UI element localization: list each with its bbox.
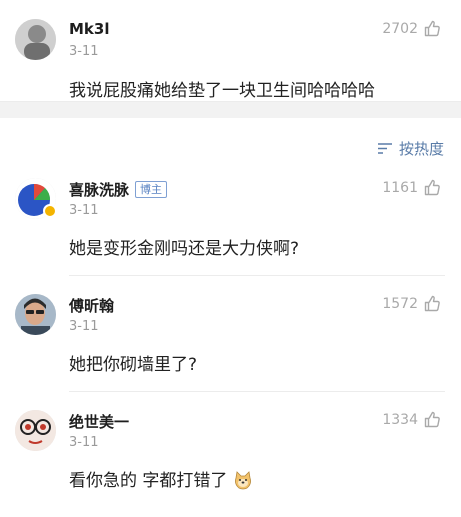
section-separator (0, 101, 461, 118)
like-button[interactable]: 1334 (382, 411, 441, 428)
thumbs-up-icon (424, 179, 440, 196)
comment-text: 我说屁股痛她给垫了一块卫生间哈哈哈哈 (69, 81, 375, 101)
username-text: 喜脉洗脉 (69, 181, 130, 199)
avatar[interactable] (15, 410, 56, 451)
username[interactable]: 绝世美一 (69, 411, 129, 432)
comment-date: 3-11 (69, 319, 99, 334)
sort-bar: 按热度 (0, 118, 461, 160)
like-button[interactable]: 2702 (382, 20, 441, 37)
sort-label: 按热度 (398, 140, 444, 158)
avatar[interactable] (15, 294, 56, 335)
thumbs-up-icon (424, 411, 440, 428)
sort-button[interactable]: 按热度 (377, 138, 444, 159)
comment-item: 喜脉洗脉 博主 3-11 1161 她是变形金刚吗还是大力侠啊? (0, 160, 461, 276)
username[interactable]: 傅昕翰 (69, 295, 114, 316)
like-count: 1572 (382, 295, 418, 312)
comment-date: 3-11 (69, 203, 99, 218)
username[interactable]: 喜脉洗脉 博主 (69, 179, 168, 200)
thumbs-up-icon (424, 20, 440, 37)
like-button[interactable]: 1161 (382, 179, 441, 196)
comment-text-content: 看你急的 字都打错了 (69, 471, 228, 491)
comment-text: 她是变形金刚吗还是大力侠啊? (69, 239, 300, 259)
comment-list: 喜脉洗脉 博主 3-11 1161 她是变形金刚吗还是大力侠啊? 傅昕翰 3-11 (0, 160, 461, 508)
avatar[interactable] (15, 19, 56, 60)
comment-item: 傅昕翰 3-11 1572 她把你砌墙里了? (0, 276, 461, 392)
doge-emoji-icon (234, 471, 251, 490)
thumbs-up-icon (424, 295, 440, 312)
top-comment: Mk3l 3-11 2702 我说屁股痛她给垫了一块卫生间哈哈哈哈 (0, 0, 461, 101)
comment-date: 3-11 (69, 435, 99, 450)
like-button[interactable]: 1572 (382, 295, 441, 312)
like-count: 1334 (382, 411, 418, 428)
comment-text: 她把你砌墙里了? (69, 355, 198, 375)
like-count: 2702 (382, 20, 418, 37)
like-count: 1161 (382, 179, 418, 196)
sort-lines-icon (377, 143, 392, 154)
comment-text: 看你急的 字都打错了 (69, 466, 253, 491)
comment-item: 绝世美一 3-11 1334 看你急的 字都打错了 (0, 392, 461, 508)
verified-badge-icon (43, 204, 57, 218)
comment-date: 3-11 (69, 44, 99, 59)
author-badge: 博主 (135, 181, 168, 198)
username[interactable]: Mk3l (69, 20, 109, 38)
